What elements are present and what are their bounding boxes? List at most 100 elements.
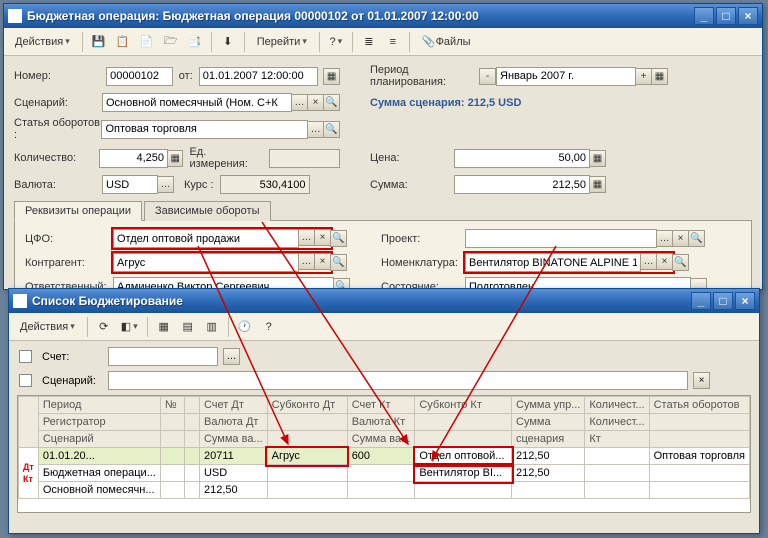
scenario-label: Сценарий:: [14, 97, 102, 109]
cell-agrus: Агрус: [267, 448, 347, 465]
date-input[interactable]: [199, 67, 319, 86]
app-icon: [8, 9, 22, 23]
tool2-icon-4[interactable]: ▥: [201, 316, 223, 338]
close-button-2[interactable]: ×: [735, 292, 755, 310]
table-row: ДтКт 01.01.20...20711Агрус600Отдел оптов…: [19, 448, 750, 465]
tool-icon-1[interactable]: 📋: [112, 31, 134, 53]
qty-label: Количество:: [14, 152, 99, 164]
scenario-filter-label: Сценарий:: [42, 375, 102, 387]
article-search-icon[interactable]: 🔍: [323, 121, 340, 138]
scenario-clear-button[interactable]: ×: [307, 94, 324, 111]
tool2-icon-1[interactable]: ◧: [117, 316, 142, 338]
account-checkbox[interactable]: [19, 350, 32, 363]
sum-input[interactable]: [454, 175, 590, 194]
header-row-3: СценарийСумма ва...Сумма ва...сценарияКт: [19, 431, 750, 448]
scenario-filter-clear[interactable]: ×: [693, 372, 710, 389]
tool2-icon-5[interactable]: 🕐: [234, 316, 256, 338]
nomenclature-input[interactable]: [465, 253, 641, 272]
contragent-select-button[interactable]: …: [298, 253, 315, 270]
goto-menu[interactable]: Перейти: [250, 31, 314, 53]
app-icon-2: [13, 294, 27, 308]
rate-input: [220, 175, 310, 194]
maximize-button[interactable]: □: [716, 7, 736, 25]
cfo-label: ЦФО:: [25, 233, 113, 245]
titlebar[interactable]: Бюджетная операция: Бюджетная операция 0…: [4, 4, 762, 28]
sum-calc-icon[interactable]: ▦: [589, 176, 606, 193]
tool-icon-7[interactable]: ≡: [382, 31, 404, 53]
save-icon[interactable]: 💾: [88, 31, 110, 53]
project-search-icon[interactable]: 🔍: [688, 230, 705, 247]
nomenclature-search-icon[interactable]: 🔍: [672, 254, 689, 271]
project-label: Проект:: [381, 233, 465, 245]
nomenclature-clear-button[interactable]: ×: [656, 253, 673, 270]
period-prev-button[interactable]: -: [479, 68, 496, 85]
period-calendar-icon[interactable]: ▦: [651, 68, 668, 85]
qty-calc-icon[interactable]: ▦: [167, 150, 183, 167]
project-input[interactable]: [465, 229, 657, 248]
tool2-icon-3[interactable]: ▤: [177, 316, 199, 338]
window-title: Бюджетная операция: Бюджетная операция 0…: [27, 9, 692, 23]
maximize-button-2[interactable]: □: [713, 292, 733, 310]
cfo-input[interactable]: [113, 229, 299, 248]
scenario-input[interactable]: [102, 93, 292, 112]
toolbar: Действия 💾 📋 📄 🗁 📑 ⬇ Перейти ? ≣ ≡ 📎 Фай…: [4, 28, 762, 56]
account-label: Счет:: [42, 351, 102, 363]
calendar-icon[interactable]: ▦: [323, 68, 340, 85]
rate-label: Курс :: [184, 179, 214, 191]
price-calc-icon[interactable]: ▦: [589, 150, 606, 167]
period-label: Период планирования:: [370, 64, 480, 88]
close-button[interactable]: ×: [738, 7, 758, 25]
actions-menu-2[interactable]: Действия: [13, 316, 82, 338]
qty-input[interactable]: [99, 149, 168, 168]
scenario-filter-input[interactable]: [108, 371, 688, 390]
grid[interactable]: Период№Счет ДтСубконто ДтСчет КтСубконто…: [17, 395, 751, 513]
scenario-checkbox[interactable]: [19, 374, 32, 387]
titlebar-2[interactable]: Список Бюджетирование _ □ ×: [9, 289, 759, 313]
scenario-search-icon[interactable]: 🔍: [323, 94, 340, 111]
help-icon[interactable]: ?: [325, 31, 347, 53]
form-body: Номер: от: ▦ Период планирования: - + ▦ …: [4, 56, 762, 316]
tool-icon-3[interactable]: 🗁: [160, 31, 182, 53]
actions-menu[interactable]: Действия: [8, 31, 77, 53]
help-icon-2[interactable]: ?: [258, 316, 280, 338]
refresh-icon[interactable]: ⟳: [93, 316, 115, 338]
article-input[interactable]: [101, 120, 308, 139]
period-input[interactable]: [496, 67, 636, 86]
number-input[interactable]: [106, 67, 173, 86]
cfo-select-button[interactable]: …: [298, 229, 315, 246]
contragent-label: Контрагент:: [25, 257, 113, 269]
cfo-search-icon[interactable]: 🔍: [330, 230, 347, 247]
currency-input[interactable]: [102, 175, 158, 194]
sum-label: Сумма:: [370, 179, 454, 191]
project-clear-button[interactable]: ×: [672, 230, 689, 247]
nomenclature-select-button[interactable]: …: [640, 253, 657, 270]
tabs: Реквизиты операции Зависимые обороты: [14, 200, 752, 221]
project-select-button[interactable]: …: [656, 230, 673, 247]
tool2-icon-2[interactable]: ▦: [153, 316, 175, 338]
currency-select-button[interactable]: …: [157, 176, 174, 193]
account-select-button[interactable]: …: [223, 348, 240, 365]
number-label: Номер:: [14, 70, 100, 82]
files-menu[interactable]: 📎 Файлы: [415, 31, 478, 53]
article-select-button[interactable]: …: [307, 121, 324, 138]
contragent-input[interactable]: [113, 253, 299, 272]
cfo-clear-button[interactable]: ×: [314, 229, 331, 246]
scenario-select-button[interactable]: …: [291, 94, 308, 111]
nomenclature-label: Номенклатура:: [381, 257, 465, 269]
minimize-button-2[interactable]: _: [691, 292, 711, 310]
minimize-button[interactable]: _: [694, 7, 714, 25]
cell-dept: Отдел оптовой...: [415, 448, 512, 465]
account-input[interactable]: [108, 347, 218, 366]
contragent-clear-button[interactable]: ×: [314, 253, 331, 270]
period-next-button[interactable]: +: [635, 68, 652, 85]
contragent-search-icon[interactable]: 🔍: [330, 254, 347, 271]
unit-label: Ед. измерения:: [189, 146, 264, 170]
tool-icon-2[interactable]: 📄: [136, 31, 158, 53]
tool-icon-5[interactable]: ⬇: [217, 31, 239, 53]
header-row-1: Период№Счет ДтСубконто ДтСчет КтСубконто…: [19, 397, 750, 414]
price-input[interactable]: [454, 149, 590, 168]
tool-icon-6[interactable]: ≣: [358, 31, 380, 53]
tool-icon-4[interactable]: 📑: [184, 31, 206, 53]
tab-requisites[interactable]: Реквизиты операции: [14, 201, 142, 221]
tab-dependent[interactable]: Зависимые обороты: [144, 201, 271, 221]
